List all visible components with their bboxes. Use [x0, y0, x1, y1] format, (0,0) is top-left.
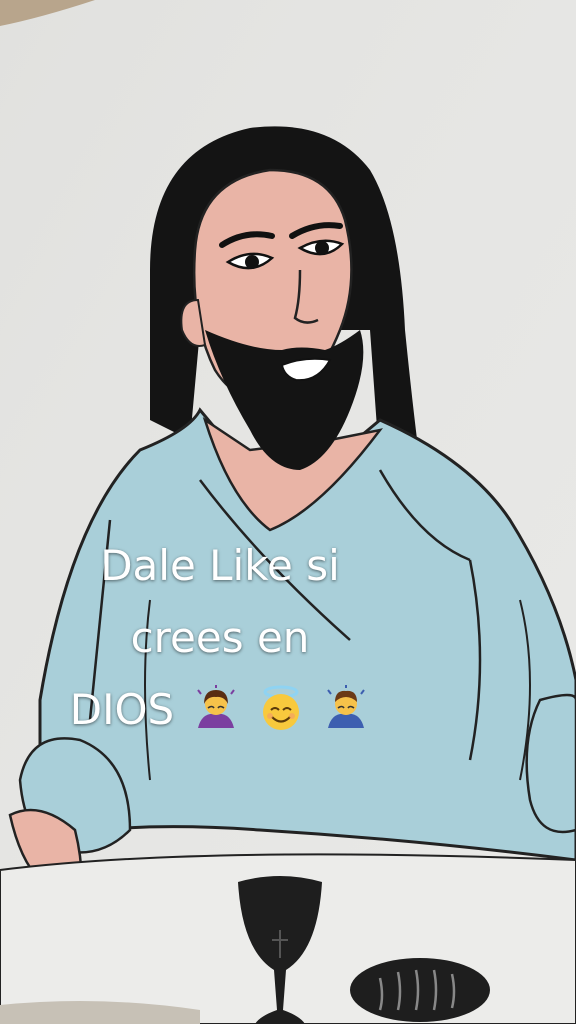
- caption-word-dios: DIOS: [69, 685, 175, 734]
- mural-painting: [0, 0, 576, 1024]
- smiling-face-with-halo-icon: [262, 685, 299, 730]
- man-bowing-icon: [327, 685, 366, 728]
- bread: [350, 958, 490, 1022]
- caption-overlay: Dale Like si crees en DIOS: [40, 530, 400, 746]
- right-sleeve: [525, 693, 576, 834]
- caption-line-1: Dale Like si: [100, 541, 340, 590]
- caption-line-2: crees en: [130, 613, 310, 662]
- woman-bowing-icon: [196, 685, 235, 728]
- caption-line-3: DIOS: [40, 674, 400, 746]
